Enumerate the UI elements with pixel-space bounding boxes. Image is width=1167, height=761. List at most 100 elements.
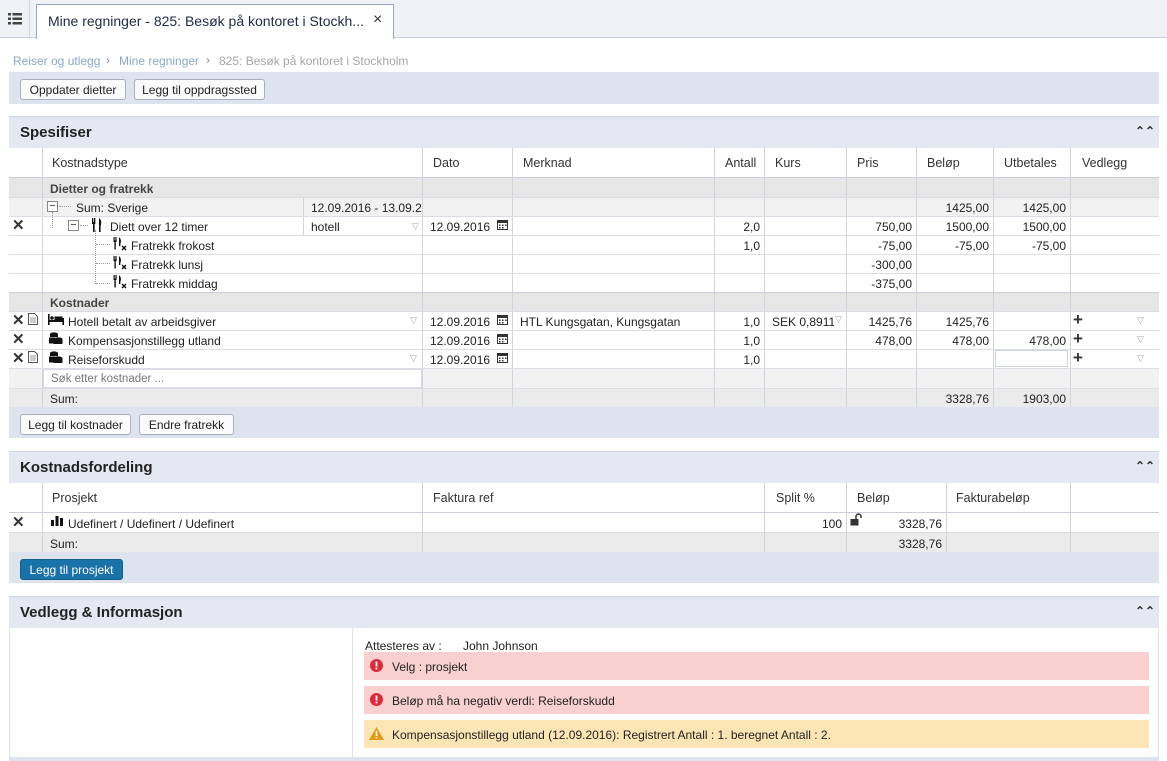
add-attachment-icon[interactable]: + xyxy=(1073,348,1083,368)
breadcrumb-reiser[interactable]: Reiser og utlegg xyxy=(13,54,100,68)
deduction-pris: -300,00 xyxy=(871,258,912,272)
cost-belop: 478,00 xyxy=(952,334,989,348)
col-pris[interactable]: Pris xyxy=(857,156,879,170)
fordeling-split[interactable]: 100 xyxy=(764,517,842,531)
dropdown-caret-icon[interactable]: ▽ xyxy=(410,315,417,326)
bed-icon xyxy=(48,314,64,325)
dropdown-caret-icon[interactable]: ▽ xyxy=(835,314,842,325)
fork-knife-x-icon xyxy=(113,256,127,270)
alert-text: Kompensasjonstillegg utland (12.09.2016)… xyxy=(392,728,831,742)
diett-label: Diett over 12 timer xyxy=(110,220,209,234)
document-icon[interactable] xyxy=(28,351,38,363)
cost-dato[interactable]: 12.09.2016 xyxy=(430,334,490,348)
collapse-tree-icon[interactable]: − xyxy=(68,220,79,231)
group-row-allowances xyxy=(9,178,1159,197)
collapse-icon[interactable]: ⌃⌃ xyxy=(1135,604,1155,618)
diett-pris: 750,00 xyxy=(875,220,912,234)
info-title: Vedlegg & Informasjon xyxy=(20,604,183,621)
deduction-antall: 1,0 xyxy=(743,239,760,253)
fordeling-header xyxy=(9,451,1159,483)
col-dato[interactable]: Dato xyxy=(433,156,459,170)
col-antall[interactable]: Antall xyxy=(725,156,756,170)
collapse-tree-icon[interactable]: − xyxy=(47,201,58,212)
menu-button[interactable] xyxy=(0,0,30,38)
alert-text: Beløp må ha negativ verdi: Reiseforskudd xyxy=(392,694,615,708)
cost-antall[interactable]: 1,0 xyxy=(714,315,760,329)
utbetales-input[interactable] xyxy=(995,350,1068,367)
fork-knife-x-icon xyxy=(113,237,127,251)
attest-name: John Johnson xyxy=(463,639,538,653)
cost-pris: 478,00 xyxy=(875,334,912,348)
change-deduction-button[interactable]: Endre fratrekk xyxy=(139,414,234,435)
sum-sweden-period: 12.09.2016 - 13.09.2016 xyxy=(311,201,422,215)
cost-dato[interactable]: 12.09.2016 xyxy=(430,353,490,367)
cost-kurs-select[interactable]: SEK 0,89110 xyxy=(772,315,834,329)
calendar-icon[interactable] xyxy=(497,352,508,363)
cost-antall[interactable]: 1,0 xyxy=(714,353,760,367)
add-cost-button[interactable]: Legg til kostnader xyxy=(20,414,131,435)
close-tab-icon[interactable]: × xyxy=(373,11,382,29)
col-belop[interactable]: Beløp xyxy=(927,156,960,170)
diett-type-select[interactable]: hotell xyxy=(311,220,340,234)
cost-belop: 1425,76 xyxy=(945,315,989,329)
sum-sweden-utbetales: 1425,00 xyxy=(1022,201,1066,215)
update-allowances-button[interactable]: Oppdater dietter xyxy=(20,79,126,100)
unlock-icon[interactable] xyxy=(850,513,862,526)
group-allowances-label: Dietter og fratrekk xyxy=(50,182,154,196)
col-kurs[interactable]: Kurs xyxy=(775,156,801,170)
col-fakturabelop[interactable]: Fakturabeløp xyxy=(956,491,1030,505)
delete-row-icon[interactable]: ✕ xyxy=(12,515,25,530)
cost-dato[interactable]: 12.09.2016 xyxy=(430,315,490,329)
add-location-button[interactable]: Legg til oppdragssted xyxy=(134,79,265,100)
document-icon[interactable] xyxy=(28,313,38,325)
col-fordeling-belop[interactable]: Beløp xyxy=(857,491,890,505)
diett-utbetales: 1500,00 xyxy=(1022,220,1066,234)
fordeling-prosjekt[interactable]: Udefinert / Udefinert / Udefinert xyxy=(68,517,234,531)
tab-active[interactable]: Mine regninger - 825: Besøk på kontoret … xyxy=(36,4,394,39)
alert-error: Velg : prosjekt xyxy=(364,652,1149,680)
col-faktura-ref[interactable]: Faktura ref xyxy=(433,491,493,505)
dropdown-caret-icon[interactable]: ▽ xyxy=(1137,334,1144,345)
delete-row-icon[interactable]: ✕ xyxy=(12,313,25,328)
col-kostnadstype[interactable]: Kostnadstype xyxy=(52,156,128,170)
calendar-icon[interactable] xyxy=(497,219,508,230)
col-prosjekt[interactable]: Prosjekt xyxy=(52,491,97,505)
deduction-utbetales: -75,00 xyxy=(1031,239,1066,253)
cost-merknad[interactable]: HTL Kungsgatan, Kungsgatan xyxy=(520,315,680,329)
delete-row-icon[interactable]: ✕ xyxy=(12,332,25,347)
sum-sweden-label: Sum: Sverige xyxy=(76,201,149,215)
calendar-icon[interactable] xyxy=(497,333,508,344)
add-attachment-icon[interactable]: + xyxy=(1073,329,1083,349)
fordeling-belop[interactable]: 3328,76 xyxy=(866,517,942,531)
delete-row-icon[interactable]: ✕ xyxy=(12,218,25,233)
alert-text: Velg : prosjekt xyxy=(392,660,468,674)
breadcrumb-mine-regninger[interactable]: Mine regninger xyxy=(119,54,199,68)
col-split[interactable]: Split % xyxy=(776,491,815,505)
dropdown-caret-icon[interactable]: ▽ xyxy=(410,353,417,364)
col-merknad[interactable]: Merknad xyxy=(523,156,572,170)
col-utbetales[interactable]: Utbetales xyxy=(1004,156,1057,170)
delete-row-icon[interactable]: ✕ xyxy=(12,351,25,366)
search-costs-input[interactable]: Søk etter kostnader ... xyxy=(43,369,422,388)
add-attachment-icon[interactable]: + xyxy=(1073,310,1083,330)
dropdown-caret-icon[interactable]: ▽ xyxy=(1137,353,1144,364)
alert-warning: Kompensasjonstillegg utland (12.09.2016)… xyxy=(364,720,1149,748)
error-icon xyxy=(370,693,383,706)
diett-dato[interactable]: 12.09.2016 xyxy=(430,220,490,234)
collapse-icon[interactable]: ⌃⌃ xyxy=(1135,124,1155,138)
cost-antall[interactable]: 1,0 xyxy=(714,334,760,348)
col-vedlegg[interactable]: Vedlegg xyxy=(1082,156,1127,170)
calendar-icon[interactable] xyxy=(497,314,508,325)
deduction-label-dinner: Fratrekk middag xyxy=(131,277,218,291)
collapse-icon[interactable]: ⌃⌃ xyxy=(1135,459,1155,473)
dropdown-caret-icon[interactable]: ▽ xyxy=(1137,315,1144,326)
dropdown-caret-icon[interactable]: ▽ xyxy=(412,221,419,232)
diett-antall[interactable]: 2,0 xyxy=(714,220,760,234)
search-placeholder: Søk etter kostnader ... xyxy=(51,373,165,385)
deduction-pris: -75,00 xyxy=(877,239,912,253)
bar-chart-icon xyxy=(51,516,63,526)
add-project-button[interactable]: Legg til prosjekt xyxy=(20,559,123,580)
fordeling-sum-belop: 3328,76 xyxy=(898,537,942,551)
spesifiser-column-header xyxy=(9,148,1159,178)
cost-utbetales: 478,00 xyxy=(1029,334,1066,348)
